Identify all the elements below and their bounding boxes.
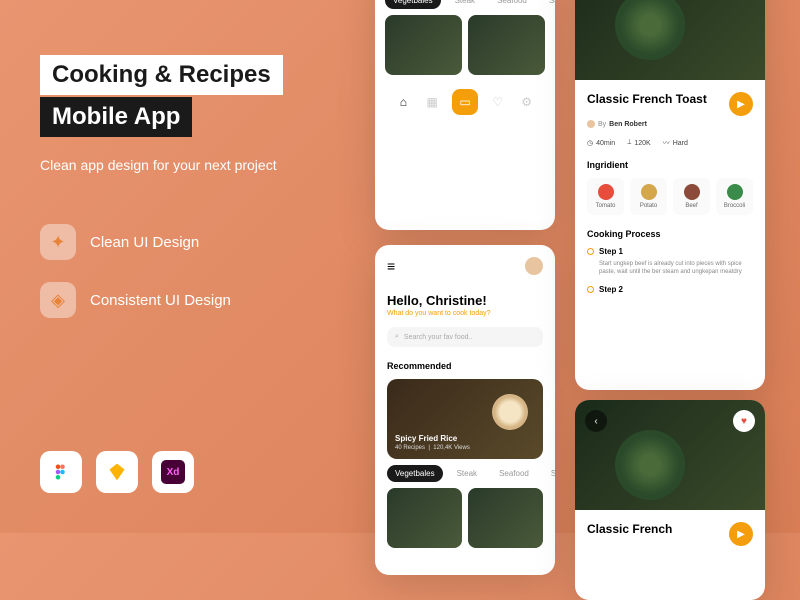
ingredient-item[interactable]: Tomato — [587, 178, 624, 215]
author-row[interactable]: By Ben Robert — [587, 120, 753, 128]
chip-salad[interactable]: Salad — [541, 0, 555, 9]
stat-time: ◷40min — [587, 138, 615, 148]
search-input[interactable]: ⌕ Search your fav food.. — [387, 327, 543, 347]
screen-home: ≡ Hello, Christine! What do you want to … — [375, 245, 555, 575]
feature-item: ◈ Consistent UI Design — [40, 282, 340, 318]
chip-vegetables[interactable]: Vegetbales — [385, 0, 441, 9]
recipe-meta: 40 Recipes | 120,4K Views — [395, 445, 535, 451]
author-avatar — [587, 120, 595, 128]
recipe-title: Spicy Fried Rice — [395, 434, 535, 443]
feature-label: Clean UI Design — [90, 234, 199, 251]
chip-salad[interactable]: Salad — [543, 465, 555, 482]
stat-people: ⟘120K — [627, 138, 651, 148]
ingredient-icon — [727, 184, 743, 200]
promo-subtitle: Clean app design for your next project — [40, 155, 340, 176]
ingredient-name: Tomato — [589, 203, 622, 209]
layers-icon: ◈ — [40, 282, 76, 318]
category-chips: Vegetbales Steak Seafood Salad — [387, 465, 543, 482]
gear-icon[interactable]: ⚙ — [518, 93, 536, 111]
xd-icon: Xd — [152, 451, 194, 493]
recipe-thumb[interactable] — [387, 488, 462, 548]
bottom-nav: ⌂ ▦ ▭ ♡ ⚙ — [385, 89, 545, 115]
search-icon: ⌕ — [395, 333, 399, 341]
screen-recipe-detail: Classic French Toast ▶ By Ben Robert ◷40… — [575, 0, 765, 390]
ingredient-name: Broccoli — [718, 203, 751, 209]
process-title: Cooking Process — [587, 229, 753, 239]
tool-icons: Xd — [40, 451, 194, 493]
greeting-sub: What do you want to cook today? — [387, 310, 543, 317]
chip-steak[interactable]: Steak — [449, 465, 485, 482]
recipe-card[interactable]: Spicy Fried Rice 40 Recipes | 120,4K Vie… — [387, 379, 543, 459]
chip-steak[interactable]: Steak — [447, 0, 483, 9]
recipe-title: Classic French — [587, 522, 672, 536]
recipe-thumb[interactable] — [468, 15, 545, 75]
figma-icon — [40, 451, 82, 493]
ingredient-item[interactable]: Potato — [630, 178, 667, 215]
play-button[interactable]: ▶ — [729, 92, 753, 116]
category-chips: Vegetbales Steak Seafood Salad — [385, 0, 545, 9]
scan-icon[interactable]: ▭ — [452, 89, 478, 115]
home-icon[interactable]: ⌂ — [394, 93, 412, 111]
clock-icon: ◷ — [587, 139, 593, 147]
recipe-thumb[interactable] — [468, 488, 543, 548]
chip-seafood[interactable]: Seafood — [491, 465, 537, 482]
ingredient-item[interactable]: Beef — [673, 178, 710, 215]
favorite-button[interactable]: ♥ — [733, 410, 755, 432]
step-item: Step 1 Start ungkep beef is already cut i… — [587, 247, 753, 277]
step-name: Step 1 — [599, 247, 623, 256]
ingredients-title: Ingridient — [587, 160, 753, 170]
ingredient-icon — [598, 184, 614, 200]
chip-seafood[interactable]: Seafood — [489, 0, 535, 9]
play-button[interactable]: ▶ — [729, 522, 753, 546]
stat-difficulty: 〰Hard — [663, 138, 688, 148]
feature-label: Consistent UI Design — [90, 292, 231, 309]
person-icon: ⟘ — [627, 139, 631, 147]
avatar[interactable] — [525, 257, 543, 275]
menu-icon[interactable]: ≡ — [387, 258, 395, 274]
step-dot-icon — [587, 248, 594, 255]
recipe-title: Classic French Toast — [587, 92, 707, 106]
ingredient-name: Potato — [632, 203, 665, 209]
ingredient-name: Beef — [675, 203, 708, 209]
sketch-icon — [96, 451, 138, 493]
recipe-hero-image — [575, 0, 765, 80]
promo-title-line2: Mobile App — [40, 97, 192, 137]
feature-item: ✦ Clean UI Design — [40, 224, 340, 260]
sparkle-icon: ✦ — [40, 224, 76, 260]
ingredient-icon — [641, 184, 657, 200]
greeting: Hello, Christine! — [387, 293, 543, 308]
step-name: Step 2 — [599, 285, 623, 294]
promo-title-line1: Cooking & Recipes — [40, 55, 283, 95]
grid-icon[interactable]: ▦ — [423, 93, 441, 111]
back-button[interactable]: ‹ — [585, 410, 607, 432]
chip-vegetables[interactable]: Vegetbales — [387, 465, 443, 482]
chart-icon: 〰 — [663, 138, 670, 148]
step-item: Step 2 — [587, 285, 753, 294]
section-recommended: Recommended — [387, 361, 543, 371]
screen-home-bottom: 40 Recipes | 120,4K Views Vegetbales Ste… — [375, 0, 555, 230]
search-placeholder: Search your fav food.. — [404, 334, 472, 341]
step-description: Start ungkep beef is already cut into pi… — [587, 260, 753, 277]
step-dot-icon — [587, 286, 594, 293]
ingredient-item[interactable]: Broccoli — [716, 178, 753, 215]
screen-recipe-detail-2: ‹ ♥ Classic French ▶ — [575, 400, 765, 600]
recipe-thumb[interactable] — [385, 15, 462, 75]
heart-icon[interactable]: ♡ — [489, 93, 507, 111]
recipe-hero-image: ‹ ♥ — [575, 400, 765, 510]
ingredient-icon — [684, 184, 700, 200]
